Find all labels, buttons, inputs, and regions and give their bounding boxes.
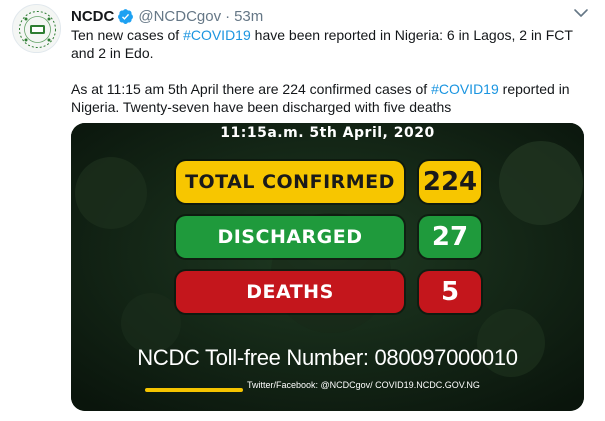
social-handles: Twitter/Facebook: @NCDCgov/ COVID19.NCDC… [247,380,480,390]
discharged-value: 27 [419,216,481,258]
chevron-down-icon[interactable] [572,6,590,20]
stat-value-text: 27 [431,222,469,252]
hashtag-link[interactable]: #COVID19 [431,81,499,97]
separator-dot: · [225,7,231,25]
hashtag-link[interactable]: #COVID19 [183,27,251,43]
display-name[interactable]: NCDC [71,8,114,25]
tweet-text-paragraph-2: As at 11:15 am 5th April there are 224 c… [71,80,591,116]
stat-value-text: 5 [440,277,460,307]
text-run: reported in [498,81,570,97]
tweet-header: NCDC @NCDCgov · 53m [71,6,263,26]
report-date: 11:15a.m. 5th April, 2020 [220,125,435,141]
tweet-media-image[interactable]: 11:15a.m. 5th April, 2020 TOTAL CONFIRME… [71,123,584,411]
stat-label-text: TOTAL CONFIRMED [185,171,395,193]
text-run: have been reported in Nigeria: 6 in Lago… [250,27,573,43]
ncdc-logo-icon [13,5,60,52]
tweet[interactable]: NCDC @NCDCgov · 53m Ten new cases of #CO… [0,0,605,421]
discharged-label: DISCHARGED [176,216,404,258]
verified-badge-icon [118,8,134,24]
text-run: As at 11:15 am 5th April there are 224 c… [71,81,432,97]
handle[interactable]: @NCDCgov [138,8,221,25]
timestamp[interactable]: 53m [234,8,263,25]
tollfree-number: NCDC Toll-free Number: 080097000010 [137,345,518,370]
stat-value-text: 224 [422,167,478,197]
text-run: Nigeria. Twenty-seven have been discharg… [71,99,452,115]
stat-label-text: DISCHARGED [217,226,363,248]
total-confirmed-value: 224 [419,161,481,203]
deaths-value: 5 [419,271,481,313]
text-run: Ten new cases of [71,27,184,43]
total-confirmed-label: TOTAL CONFIRMED [176,161,404,203]
accent-underline [145,388,243,392]
deaths-label: DEATHS [176,271,404,313]
avatar[interactable] [12,4,61,53]
stat-label-text: DEATHS [246,281,334,303]
tweet-text-paragraph-1: Ten new cases of #COVID19 have been repo… [71,26,591,62]
text-run: and 2 in Edo. [71,45,154,61]
